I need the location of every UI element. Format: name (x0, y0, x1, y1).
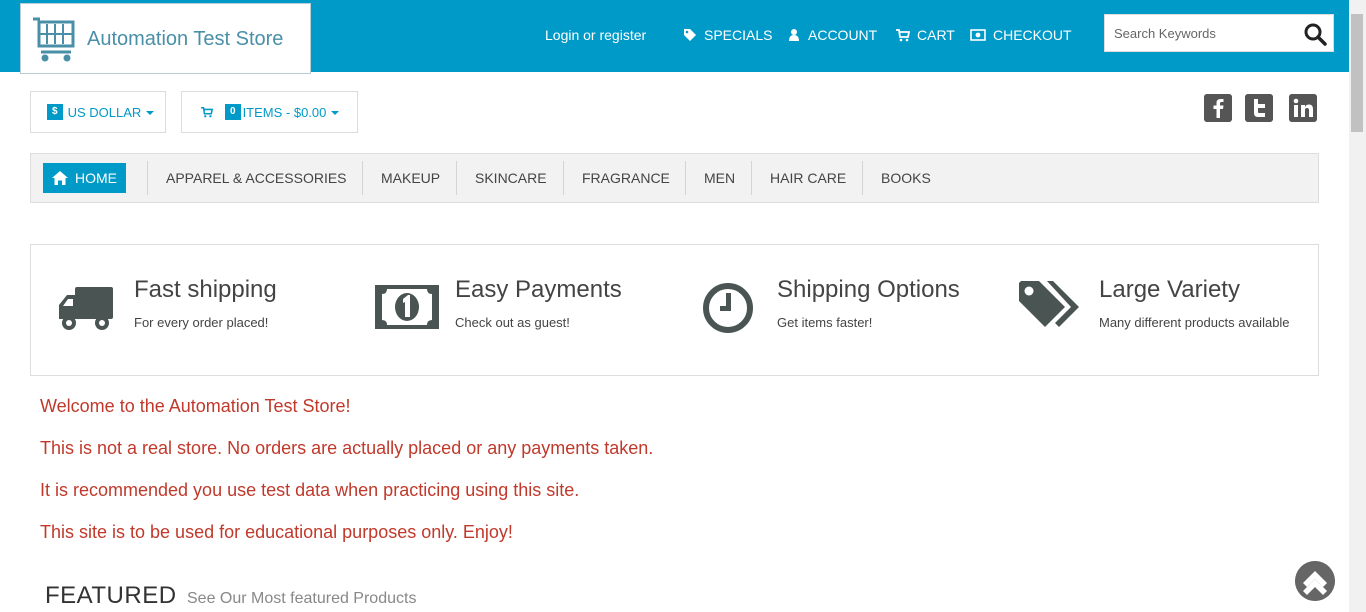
page-scrollbar[interactable] (1349, 0, 1366, 612)
currency-symbol-badge: $ (47, 104, 63, 120)
featured-subheading: See Our Most featured Products (187, 590, 417, 607)
nav-divider (563, 161, 564, 195)
cart-count-badge: 0 (225, 104, 241, 120)
store-logo[interactable]: Automation Test Store (20, 3, 311, 74)
cart-icon (201, 106, 213, 118)
nav-home-label: HOME (75, 170, 117, 186)
account-label: ACCOUNT (808, 27, 878, 43)
feature-title: Easy Payments (455, 276, 622, 303)
linkedin-icon[interactable] (1289, 94, 1317, 122)
feature-subtitle: Many different products available (1099, 315, 1290, 330)
welcome-line: This site is to be used for educational … (40, 522, 513, 542)
search-icon[interactable] (1303, 22, 1327, 46)
facebook-icon[interactable] (1204, 94, 1232, 122)
currency-dropdown[interactable]: $ US DOLLAR (30, 91, 166, 133)
money-icon (970, 29, 986, 41)
nav-divider (862, 161, 863, 195)
home-icon (52, 171, 68, 185)
scrollbar-thumb[interactable] (1351, 14, 1363, 132)
cart-link[interactable]: CART (896, 27, 955, 43)
nav-divider (685, 161, 686, 195)
search-input[interactable] (1105, 15, 1295, 51)
search-box (1104, 14, 1334, 52)
cart-icon (896, 29, 910, 42)
specials-label: SPECIALS (704, 27, 773, 43)
mini-cart-dropdown[interactable]: 0 ITEMS - $0.00 (181, 91, 358, 133)
user-icon (789, 29, 799, 41)
feature-title: Large Variety (1099, 276, 1240, 303)
banknote-icon (375, 285, 439, 329)
truck-icon (59, 287, 113, 330)
cart-label: CART (917, 27, 955, 43)
nav-divider (456, 161, 457, 195)
chevron-down-icon (146, 111, 155, 115)
checkout-label: CHECKOUT (993, 27, 1072, 43)
feature-subtitle: For every order placed! (134, 315, 269, 330)
nav-divider (751, 161, 752, 195)
featured-heading: FEATURED (45, 582, 177, 609)
nav-divider (362, 161, 363, 195)
feature-title: Shipping Options (777, 276, 960, 303)
main-navigation: HOME APPAREL & ACCESSORIES MAKEUP SKINCA… (30, 153, 1319, 203)
welcome-line: Welcome to the Automation Test Store! (40, 396, 351, 416)
nav-item-books[interactable]: BOOKS (881, 170, 931, 186)
welcome-line: It is recommended you use test data when… (40, 480, 580, 500)
shopping-cart-logo-icon (33, 17, 75, 62)
login-register-link[interactable]: Login or register (545, 27, 646, 43)
nav-item-men[interactable]: MEN (704, 170, 735, 186)
cart-summary: ITEMS - $0.00 (242, 104, 327, 120)
feature-subtitle: Check out as guest! (455, 315, 570, 330)
feature-subtitle: Get items faster! (777, 315, 873, 330)
logo-text: Automation Test Store (87, 28, 284, 50)
chevron-down-icon (331, 111, 340, 115)
twitter-icon[interactable] (1245, 94, 1273, 122)
nav-item-makeup[interactable]: MAKEUP (381, 170, 440, 186)
feature-title: Fast shipping (134, 276, 277, 303)
clock-icon (703, 283, 753, 333)
nav-item-hair-care[interactable]: HAIR CARE (770, 170, 846, 186)
tags-icon (1019, 281, 1079, 327)
top-header: Automation Test Store Login or register … (0, 0, 1349, 74)
nav-item-apparel[interactable]: APPAREL & ACCESSORIES (166, 170, 347, 186)
tag-icon (684, 29, 696, 41)
nav-item-fragrance[interactable]: FRAGRANCE (582, 170, 670, 186)
nav-home[interactable]: HOME (43, 163, 126, 193)
nav-item-skincare[interactable]: SKINCARE (475, 170, 547, 186)
nav-divider (147, 161, 148, 195)
specials-link[interactable]: SPECIALS (683, 27, 772, 43)
back-to-top-icon[interactable] (1295, 561, 1335, 601)
account-link[interactable]: ACCOUNT (787, 27, 877, 43)
welcome-line: This is not a real store. No orders are … (40, 438, 654, 458)
features-banner: Fast shipping For every order placed! Ea… (30, 244, 1319, 376)
checkout-link[interactable]: CHECKOUT (970, 27, 1072, 43)
currency-label: US DOLLAR (67, 104, 142, 120)
